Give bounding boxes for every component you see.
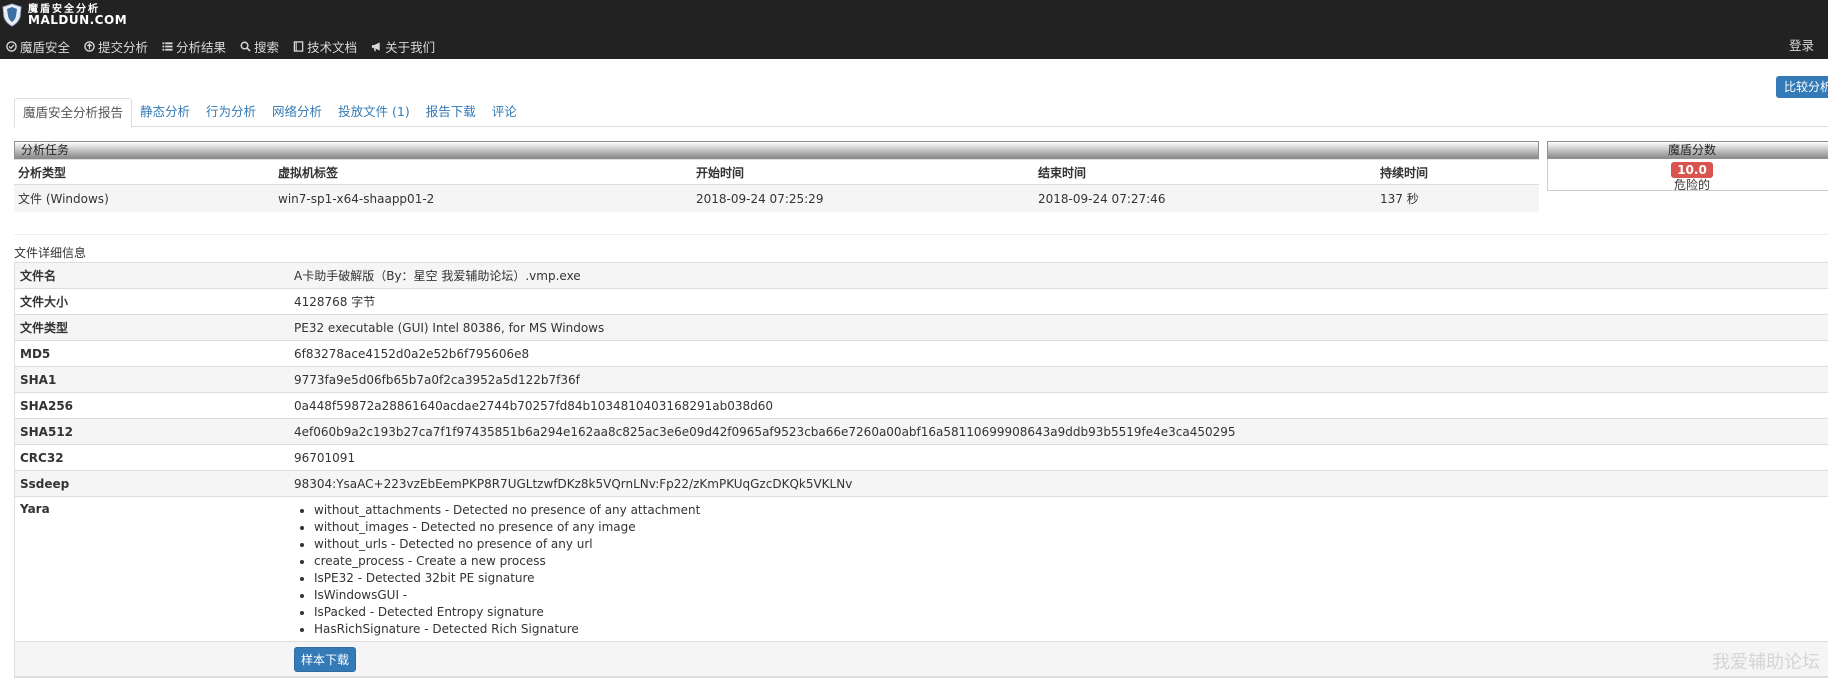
list-item: IsPacked - Detected Entropy signature	[314, 604, 700, 621]
table-row: Yara without_attachments - Detected no p…	[15, 497, 1828, 642]
detail-key: 文件大小	[20, 295, 69, 309]
top-navbar: 魔盾安全分析 MALDUN.COM 魔盾安全 提交分析 分析结果 搜索 技术文档…	[0, 0, 1828, 59]
table-cell: 2018-09-24 07:25:29	[692, 184, 1034, 212]
nav-label: 提交分析	[98, 40, 149, 55]
detail-key: Ssdeep	[20, 476, 70, 491]
nav-label: 魔盾安全	[20, 40, 71, 55]
detail-value: 6f83278ace4152d0a2e52b6f795606e8	[294, 346, 530, 361]
tab-network[interactable]: 网络分析	[264, 98, 330, 126]
table-row: 文件类型 PE32 executable (GUI) Intel 80386, …	[15, 315, 1828, 341]
brand-logo[interactable]: 魔盾安全分析 MALDUN.COM	[0, 0, 127, 30]
search-icon	[240, 41, 251, 52]
detail-key: Yara	[20, 502, 50, 516]
nav-item-submit[interactable]: 提交分析	[84, 37, 148, 56]
detail-key: CRC32	[20, 450, 64, 465]
column-header: 虚拟机标签	[274, 159, 692, 185]
detail-key: 文件类型	[20, 321, 69, 335]
table-row: 文件 (Windows) win7-sp1-x64-shaapp01-2 201…	[14, 184, 1539, 212]
detail-value: 98304:YsaAC+223vzEbEemPKP8R7UGLtzwfDKz8k…	[294, 476, 853, 491]
tab-behavior[interactable]: 行为分析	[198, 98, 264, 126]
list-item: IsPE32 - Detected 32bit PE signature	[314, 570, 700, 587]
detail-value: 9773fa9e5d06fb65b7a0f2ca3952a5d122b7f36f	[294, 372, 580, 387]
nav-label: 搜索	[254, 40, 280, 55]
shield-logo-icon	[2, 3, 22, 27]
detail-key: MD5	[20, 346, 51, 361]
brand-name-en: MALDUN.COM	[28, 13, 128, 27]
table-cell: 2018-09-24 07:27:46	[1034, 184, 1376, 212]
report-tabs: 魔盾安全分析报告 静态分析 行为分析 网络分析 投放文件 (1) 报告下载 评论	[14, 98, 1828, 128]
book-icon	[293, 41, 304, 52]
analysis-task-panel: 分析任务 分析类型 虚拟机标签 开始时间 结束时间 持续时间 文件 (Windo…	[14, 141, 1539, 215]
table-row: 样本下载	[15, 642, 1828, 677]
table-cell: 文件 (Windows)	[14, 184, 274, 212]
table-row: SHA512 4ef060b9a2c193b27ca7f1f97435851b6…	[15, 419, 1828, 445]
list-item: create_process - Create a new process	[314, 553, 700, 570]
file-detail-table: 文件名 A卡助手破解版（By：星空 我爱辅助论坛）.vmp.exe 文件大小 4…	[14, 262, 1828, 678]
download-sample-button[interactable]: 样本下载	[294, 646, 357, 672]
tab-static[interactable]: 静态分析	[132, 98, 198, 126]
nav-label: 关于我们	[385, 40, 436, 55]
detail-value: A卡助手破解版（By：星空 我爱辅助论坛）.vmp.exe	[294, 269, 581, 283]
nav-label: 技术文档	[307, 40, 358, 55]
score-title: 魔盾分数	[1547, 141, 1828, 159]
detail-value: PE32 executable (GUI) Intel 80386, for M…	[294, 320, 605, 335]
score-badge: 10.0	[1671, 162, 1713, 178]
table-row: Ssdeep 98304:YsaAC+223vzEbEemPKP8R7UGLtz…	[15, 471, 1828, 497]
tab-report[interactable]: 魔盾安全分析报告	[14, 98, 133, 128]
table-header-row: 分析类型 虚拟机标签 开始时间 结束时间 持续时间	[14, 159, 1539, 185]
table-row: SHA1 9773fa9e5d06fb65b7a0f2ca3952a5d122b…	[15, 367, 1828, 393]
list-item: without_images - Detected no presence of…	[314, 519, 700, 536]
section-divider	[14, 234, 1828, 235]
tab-report-download[interactable]: 报告下载	[418, 98, 484, 126]
column-header: 结束时间	[1034, 159, 1376, 185]
detail-value: 4ef060b9a2c193b27ca7f1f97435851b6a294e16…	[294, 424, 1236, 439]
detail-key: SHA512	[20, 424, 74, 439]
analysis-task-table: 分析类型 虚拟机标签 开始时间 结束时间 持续时间 文件 (Windows) w…	[14, 159, 1539, 212]
column-header: 分析类型	[14, 159, 274, 185]
nav-item-about[interactable]: 关于我们	[371, 37, 435, 56]
file-detail-title: 文件详细信息	[14, 246, 87, 260]
detail-value: 96701091	[294, 450, 356, 465]
list-item: HasRichSignature - Detected Rich Signatu…	[314, 621, 700, 638]
list-item: without_urls - Detected no presence of a…	[314, 536, 700, 553]
compare-analysis-button[interactable]: 比较分析	[1776, 76, 1828, 98]
score-level: 危险的	[1673, 178, 1710, 192]
table-row: 文件大小 4128768 字节	[15, 289, 1828, 315]
main-nav: 魔盾安全 提交分析 分析结果 搜索 技术文档 关于我们	[6, 37, 435, 56]
detail-value: 4128768 字节	[294, 295, 376, 309]
column-header: 开始时间	[692, 159, 1034, 185]
circle-check-icon	[6, 41, 17, 52]
table-cell: 137 秒	[1376, 184, 1539, 212]
login-link[interactable]: 登录	[1789, 35, 1814, 54]
list-item: without_attachments - Detected no presen…	[314, 502, 700, 519]
nav-label: 分析结果	[176, 40, 227, 55]
upload-circle-icon	[84, 41, 95, 52]
nav-item-results[interactable]: 分析结果	[162, 37, 226, 56]
nav-item-search[interactable]: 搜索	[240, 37, 279, 56]
table-row: CRC32 96701091	[15, 445, 1828, 471]
tab-comments[interactable]: 评论	[484, 98, 525, 126]
detail-key: SHA1	[20, 372, 57, 387]
table-row: SHA256 0a448f59872a28861640acdae2744b702…	[15, 393, 1828, 419]
bullhorn-icon	[371, 42, 380, 52]
column-header: 持续时间	[1376, 159, 1539, 185]
table-cell: win7-sp1-x64-shaapp01-2	[274, 184, 692, 212]
table-row: MD5 6f83278ace4152d0a2e52b6f795606e8	[15, 341, 1828, 367]
table-row: 文件名 A卡助手破解版（By：星空 我爱辅助论坛）.vmp.exe	[15, 263, 1828, 289]
detail-key: 文件名	[20, 269, 57, 283]
analysis-task-title: 分析任务	[14, 141, 1539, 159]
list-item: IsWindowsGUI -	[314, 587, 700, 604]
nav-item-home[interactable]: 魔盾安全	[6, 37, 70, 56]
list-icon	[162, 42, 173, 51]
tab-dropped-files[interactable]: 投放文件 (1)	[330, 98, 418, 126]
watermark: 我爱辅助论坛	[1712, 652, 1820, 673]
yara-rule-list: without_attachments - Detected no presen…	[294, 502, 700, 638]
nav-item-docs[interactable]: 技术文档	[293, 37, 357, 56]
detail-value: 0a448f59872a28861640acdae2744b70257fd84b…	[294, 398, 774, 413]
detail-key: SHA256	[20, 398, 74, 413]
score-panel: 魔盾分数 10.0 危险的	[1547, 141, 1828, 195]
